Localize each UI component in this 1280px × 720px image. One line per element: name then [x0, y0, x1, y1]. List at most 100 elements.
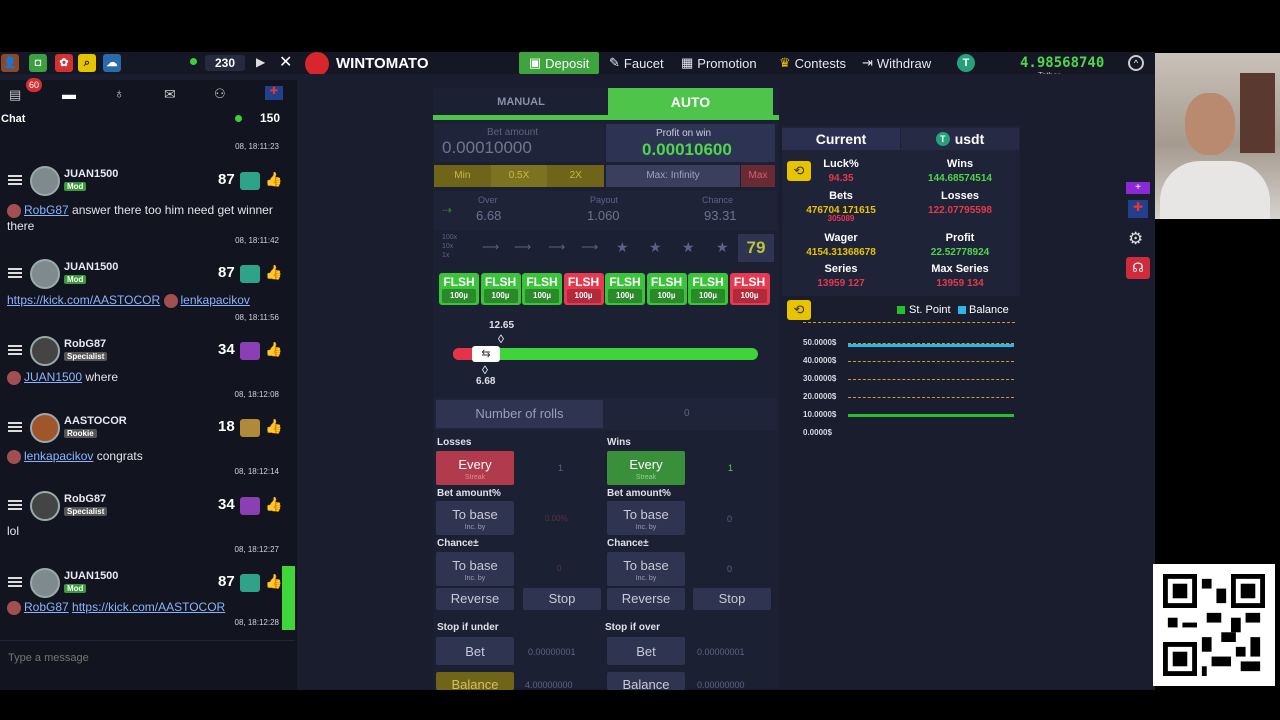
tab-manual[interactable]: MANUAL — [435, 91, 607, 113]
rolls-input[interactable]: 0 — [684, 408, 690, 419]
support-icon[interactable]: ☊ — [1126, 257, 1150, 279]
losses-every-value[interactable]: 1 — [558, 463, 563, 473]
username[interactable]: RobG87 — [64, 338, 106, 350]
half-button[interactable]: 0.5X — [490, 165, 548, 187]
play-icon[interactable]: ▶ — [256, 55, 265, 69]
wins-chance-value[interactable]: 0 — [727, 564, 732, 574]
username[interactable]: JUAN1500 — [64, 261, 118, 273]
min-button[interactable]: Min — [434, 165, 491, 187]
chance-value[interactable]: 93.31 — [704, 208, 737, 223]
stop-under-value[interactable]: 0.00000001 — [528, 647, 576, 657]
balance-over-button[interactable]: Balance — [607, 672, 685, 690]
flash-result-win[interactable]: FLSH 100µ — [688, 273, 728, 305]
settings-icon[interactable]: ✿ — [55, 54, 73, 72]
max-button[interactable]: Max — [741, 165, 775, 187]
losses-chance-tobase[interactable]: To base Inc. by — [436, 552, 514, 586]
chat-input[interactable] — [0, 640, 295, 674]
direction-icon[interactable]: ⇢ — [442, 203, 452, 217]
faucet-link[interactable]: ✎ Faucet — [609, 55, 664, 71]
search-icon[interactable]: ⌕ — [78, 54, 96, 72]
menu-icon[interactable] — [8, 500, 22, 510]
flash-result-win[interactable]: FLSH 100µ — [522, 273, 562, 305]
contests-link[interactable]: ♛ Contests — [779, 55, 846, 71]
losses-every-button[interactable]: Every Streak — [436, 451, 514, 485]
balance-under-button[interactable]: Balance — [436, 672, 514, 690]
legend-balance[interactable]: Balance — [969, 304, 1009, 316]
like-icon[interactable]: 👍 — [265, 341, 282, 358]
close-icon[interactable]: ✕ — [279, 52, 292, 72]
cloud-icon[interactable]: ☁ — [103, 54, 121, 72]
mention-link[interactable]: lenkapacikov — [24, 449, 93, 463]
arrow-icon[interactable]: ⟶ — [548, 240, 565, 254]
message-link[interactable]: https://kick.com/AASTOCOR — [72, 600, 225, 614]
add-icon[interactable]: + — [1126, 182, 1150, 194]
star-icon[interactable]: ★ — [616, 239, 629, 256]
wins-reverse-button[interactable]: Reverse — [607, 588, 685, 610]
username[interactable]: RobG87 — [64, 493, 106, 505]
avatar[interactable] — [30, 568, 60, 598]
avatar[interactable] — [30, 413, 60, 443]
bet-amount-field[interactable]: Bet amount 0.00010000 — [434, 124, 604, 162]
balance-under-value[interactable]: 4.00000000 — [525, 680, 573, 690]
balance-value[interactable]: 4.98568740 — [1020, 55, 1104, 71]
menu-icon[interactable] — [8, 577, 22, 587]
avatar[interactable] — [30, 491, 60, 521]
stop-over-value[interactable]: 0.00000001 — [697, 647, 745, 657]
double-button[interactable]: 2X — [547, 165, 604, 187]
over-value[interactable]: 6.68 — [476, 208, 501, 223]
losses-reverse-button[interactable]: Reverse — [436, 588, 514, 610]
wins-bet-value[interactable]: 0 — [727, 514, 732, 524]
legend-point[interactable]: St. Point — [909, 304, 951, 316]
mention-link[interactable]: RobG87 — [24, 203, 69, 217]
avatar[interactable] — [30, 166, 60, 196]
flash-result-loss[interactable]: FLSH 100µ — [729, 273, 770, 305]
deposit-button[interactable]: ▣ Deposit — [519, 52, 599, 74]
users-icon[interactable]: ⚇ — [214, 86, 226, 102]
tether-icon[interactable]: T — [957, 54, 975, 72]
star-icon[interactable]: ★ — [716, 239, 729, 256]
balance-over-value[interactable]: 0.00000000 — [697, 680, 745, 690]
menu-icon[interactable] — [8, 345, 22, 355]
menu-icon[interactable] — [8, 268, 22, 278]
flag-uk-icon[interactable]: ✚ — [1128, 200, 1148, 218]
arrow-icon[interactable]: ⟶ — [581, 240, 598, 254]
game-icon[interactable]: ◘ — [29, 54, 47, 72]
flag-uk-icon[interactable]: ✚ — [265, 86, 283, 100]
menu-icon[interactable] — [8, 422, 22, 432]
star-icon[interactable]: ★ — [649, 239, 662, 256]
chevron-up-icon[interactable]: ^ — [1128, 55, 1144, 71]
username[interactable]: AASTOCOR — [64, 415, 127, 427]
losses-chance-value[interactable]: 0 — [557, 564, 561, 573]
flash-result-loss[interactable]: FLSH 100µ — [563, 273, 604, 305]
arrow-icon[interactable]: ⟶ — [482, 240, 499, 254]
payout-value[interactable]: 1.060 — [587, 208, 620, 223]
wins-chance-tobase[interactable]: To base Inc. by — [607, 552, 685, 586]
tab-auto[interactable]: AUTO — [608, 88, 773, 116]
mail-icon[interactable]: ✉ — [164, 86, 176, 103]
mention-link[interactable]: lenkapacikov — [181, 293, 250, 307]
gear-icon[interactable]: ⚙ — [1128, 229, 1143, 249]
flash-result-win[interactable]: FLSH 100µ — [480, 273, 521, 305]
like-icon[interactable]: 👍 — [265, 573, 282, 590]
wins-every-value[interactable]: 1 — [728, 463, 733, 473]
flash-result-win[interactable]: FLSH 100µ — [646, 273, 687, 305]
brand-name[interactable]: WINTOMATO — [336, 55, 429, 72]
avatar[interactable] — [30, 336, 60, 366]
slider-handle[interactable]: ⇆ — [472, 346, 500, 362]
like-icon[interactable]: 👍 — [265, 496, 282, 513]
message-link[interactable]: https://kick.com/AASTOCOR — [7, 293, 160, 307]
stop-under-bet-button[interactable]: Bet — [436, 637, 514, 665]
like-icon[interactable]: 👍 — [265, 418, 282, 435]
flash-result-win[interactable]: FLSH 100µ — [439, 273, 479, 305]
losses-bet-value[interactable]: 0.00% — [545, 514, 568, 523]
withdraw-link[interactable]: ⇥ Withdraw — [862, 55, 931, 71]
tab-current[interactable]: Current — [782, 128, 900, 150]
losses-tobase-button[interactable]: To base Inc. by — [436, 501, 514, 535]
menu-icon[interactable] — [8, 175, 22, 185]
avatar-icon[interactable]: 👤 — [1, 54, 19, 72]
chat-scrollbar[interactable] — [282, 566, 295, 630]
reset-chart-icon[interactable]: ⟲ — [787, 300, 811, 320]
losses-stop-button[interactable]: Stop — [523, 588, 601, 610]
bulb-icon[interactable]: ♁ — [114, 85, 125, 101]
wins-every-button[interactable]: Every Streak — [607, 451, 685, 485]
